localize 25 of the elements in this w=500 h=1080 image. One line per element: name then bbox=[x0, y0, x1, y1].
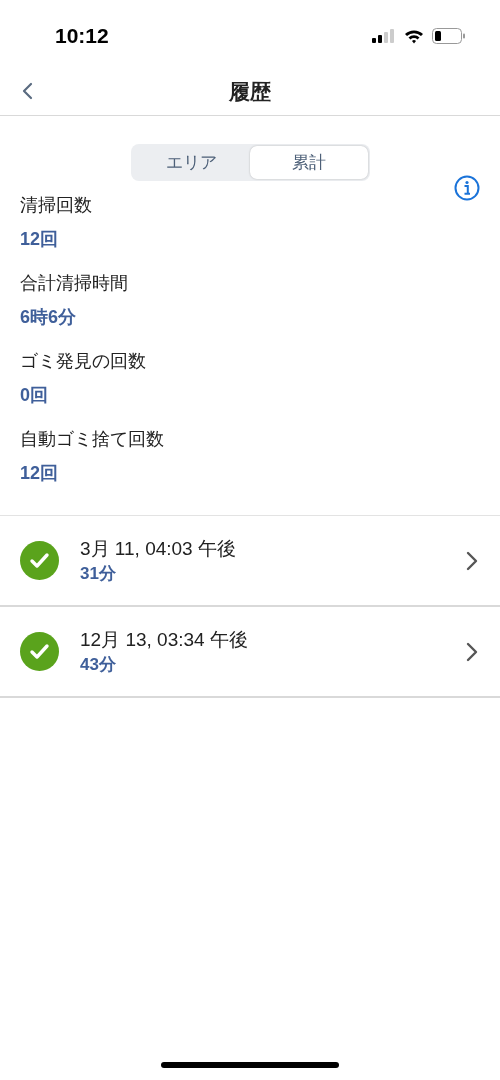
chevron-right-icon bbox=[466, 641, 478, 662]
stat-label: 合計清掃時間 bbox=[20, 272, 129, 295]
session-duration: 43分 bbox=[80, 653, 117, 676]
session-row[interactable]: 12月 13, 03:34 午後 43分 bbox=[0, 607, 500, 698]
session-date: 12月 13, 03:34 午後 bbox=[80, 627, 249, 652]
info-icon[interactable] bbox=[454, 175, 480, 201]
stat-value: 0回 bbox=[20, 384, 49, 407]
signal-icon bbox=[372, 29, 396, 43]
stat-value: 12回 bbox=[20, 228, 60, 251]
chevron-right-icon bbox=[466, 550, 478, 571]
session-duration: 31分 bbox=[80, 562, 117, 585]
stat-label: 自動ゴミ捨て回数 bbox=[20, 428, 165, 451]
segment-tab[interactable]: エリア bbox=[132, 146, 250, 179]
page-title: 履歴 bbox=[229, 78, 271, 105]
stat-value: 12回 bbox=[20, 462, 60, 485]
back-chevron-icon bbox=[21, 82, 33, 100]
stat-value: 6時6分 bbox=[20, 306, 78, 329]
stat-label: 清掃回数 bbox=[20, 194, 93, 217]
session-date: 3月 11, 04:03 午後 bbox=[80, 536, 237, 561]
battery-icon bbox=[432, 28, 466, 44]
segment-tab[interactable]: 累計 bbox=[250, 146, 368, 179]
status-time: 10:12 bbox=[55, 23, 109, 50]
wifi-icon bbox=[404, 28, 424, 44]
session-row[interactable]: 3月 11, 04:03 午後 31分 bbox=[0, 516, 500, 607]
stat-label: ゴミ発見の回数 bbox=[20, 350, 147, 373]
